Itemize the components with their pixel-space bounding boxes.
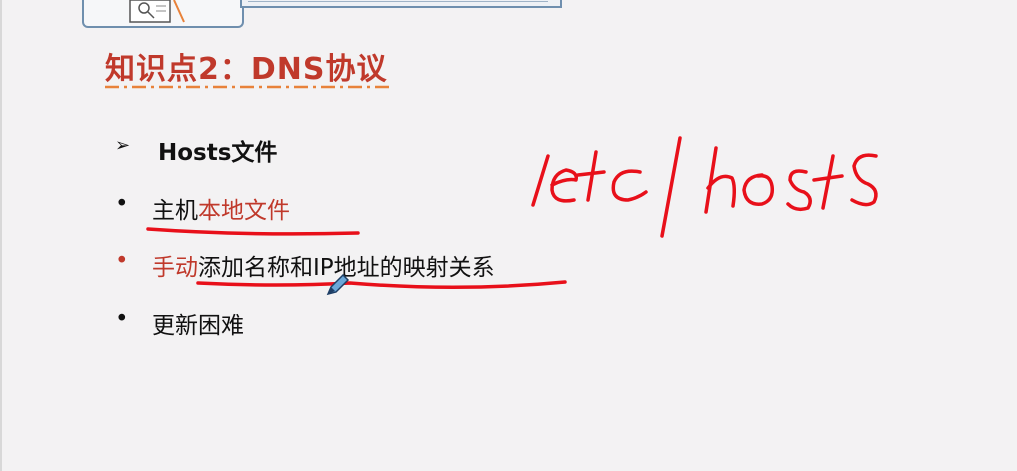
handwritten-etc-hosts bbox=[531, 136, 878, 238]
ink-annotations bbox=[146, 136, 878, 290]
underline-stroke bbox=[146, 227, 360, 236]
pen-cursor-icon bbox=[326, 273, 350, 296]
slide: 知识点2：DNS协议 ➢ Hosts文件 • 主机本地文件 • 手动添加名称和I… bbox=[0, 0, 1017, 471]
underline-stroke bbox=[196, 280, 567, 290]
